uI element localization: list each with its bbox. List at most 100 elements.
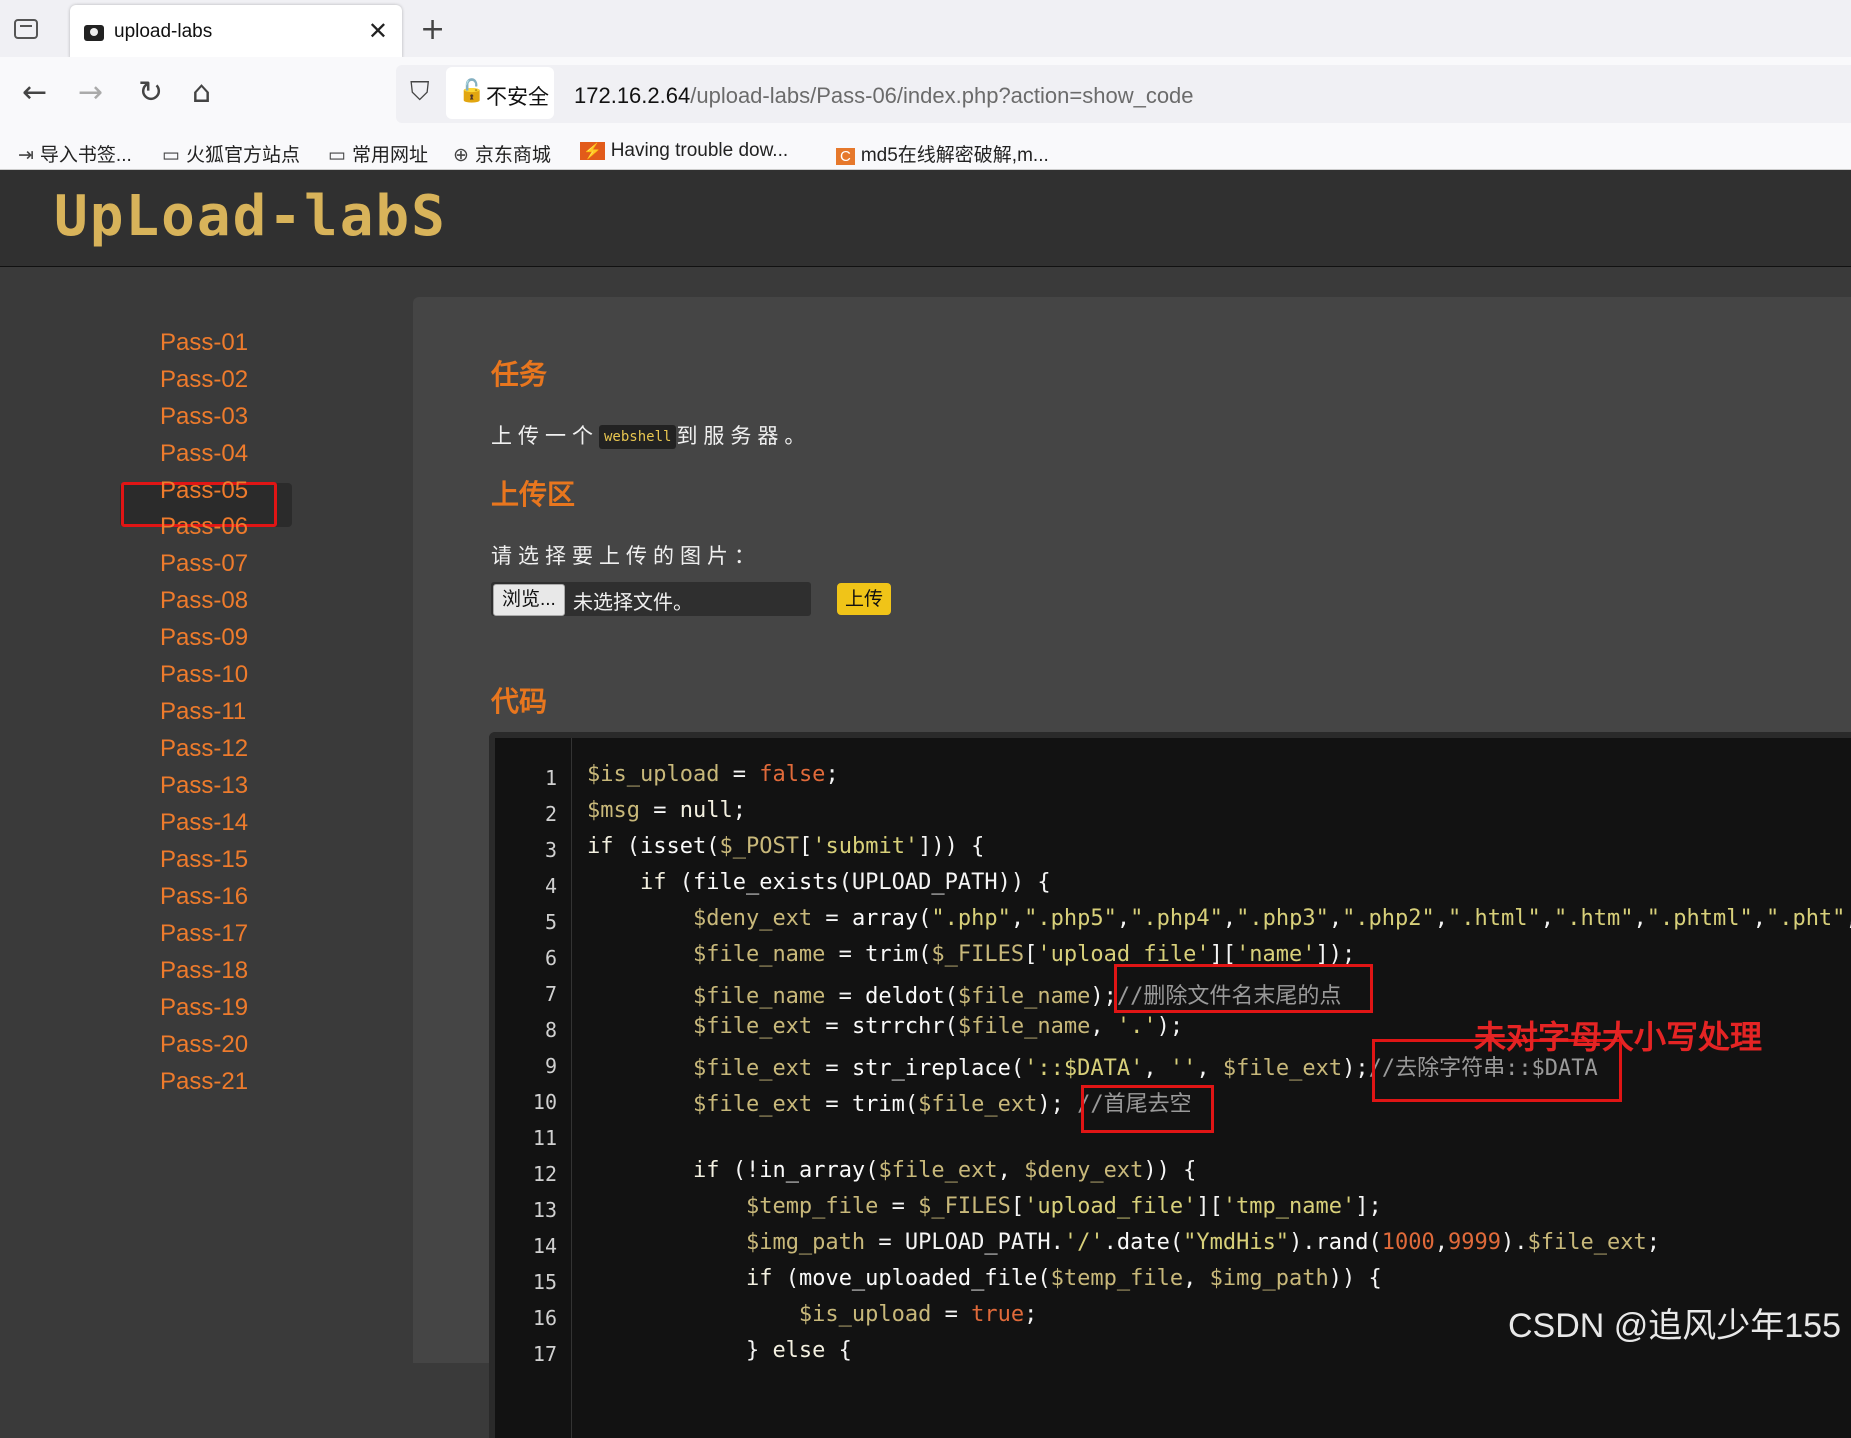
code-line-4: if (file_exists(UPLOAD_PATH)) { bbox=[639, 870, 1051, 895]
task-text-post: 到服务器。 bbox=[676, 424, 812, 448]
line-number: 5 bbox=[544, 910, 557, 934]
csdn-watermark: CSDN @追风少年155 bbox=[1507, 1307, 1841, 1345]
sidebar: Pass-01 Pass-02 Pass-03 Pass-04 Pass-05 … bbox=[0, 267, 412, 1363]
code-heading: 代码 bbox=[491, 685, 548, 718]
bookmark-label: md5在线解密破解,m... bbox=[860, 145, 1049, 166]
line-number: 10 bbox=[532, 1090, 557, 1114]
file-status: 未选择文件。 bbox=[573, 592, 693, 614]
browse-button[interactable]: 浏览... bbox=[493, 584, 565, 616]
bookmark-firefox-sites[interactable]: ▭ 火狐官方站点 bbox=[162, 140, 300, 167]
browser-tab[interactable]: upload-labs ✕ bbox=[70, 5, 402, 59]
line-number: 1 bbox=[544, 766, 557, 790]
task-text-pre: 上传一个 bbox=[491, 424, 599, 448]
md5-site-icon: C bbox=[836, 148, 855, 165]
code-line-17: } else { bbox=[587, 1338, 852, 1363]
bookmarks-bar: ⇥ 导入书签... ▭ 火狐官方站点 ▭ 常用网址 ⊕ 京东商城 ⚡ Having tro… bbox=[0, 136, 1851, 170]
bookmark-jd[interactable]: ⊕ 京东商城 bbox=[453, 140, 551, 167]
task-heading: 任务 bbox=[491, 358, 548, 391]
bookmark-label: 导入书签... bbox=[39, 145, 132, 166]
line-number: 2 bbox=[544, 802, 557, 826]
bookmark-import[interactable]: ⇥ 导入书签... bbox=[18, 140, 132, 167]
sidebar-item-pass-07[interactable]: Pass-07 bbox=[160, 550, 320, 578]
sidebar-item-pass-20[interactable]: Pass-20 bbox=[160, 1031, 320, 1059]
sidebar-item-pass-11[interactable]: Pass-11 bbox=[160, 698, 320, 726]
tab-list-icon[interactable] bbox=[14, 19, 38, 39]
line-number: 16 bbox=[532, 1306, 557, 1330]
new-tab-button[interactable]: + bbox=[420, 12, 445, 47]
code-line-13: $temp_file = $_FILES['upload_file']['tmp… bbox=[745, 1194, 1382, 1219]
sidebar-item-pass-15[interactable]: Pass-15 bbox=[160, 846, 320, 874]
code-line-8: $file_ext = strrchr($file_name, '.'); bbox=[692, 1014, 1184, 1039]
import-icon: ⇥ bbox=[18, 145, 34, 166]
bookmark-label: 火狐官方站点 bbox=[185, 145, 300, 166]
line-number: 6 bbox=[544, 946, 557, 970]
sidebar-item-pass-06[interactable]: Pass-06 bbox=[160, 513, 320, 541]
sidebar-item-pass-21[interactable]: Pass-21 bbox=[160, 1068, 320, 1096]
firefox-icon: ⚡ bbox=[580, 142, 605, 160]
folder-icon: ▭ bbox=[328, 145, 346, 166]
annotation-note: 未对字母大小写处理 bbox=[1474, 1018, 1763, 1056]
code-line-16: $is_upload = true; bbox=[798, 1302, 1038, 1327]
back-icon[interactable]: ← bbox=[22, 73, 47, 113]
sidebar-item-pass-13[interactable]: Pass-13 bbox=[160, 772, 320, 800]
home-icon[interactable]: ⌂ bbox=[192, 73, 211, 113]
bookmark-having-trouble[interactable]: ⚡ Having trouble dow... bbox=[580, 140, 788, 162]
tab-title: upload-labs bbox=[114, 21, 213, 42]
line-number: 17 bbox=[532, 1342, 557, 1366]
upload-button[interactable]: 上传 bbox=[837, 583, 892, 615]
bookmark-label: 常用网址 bbox=[351, 145, 428, 166]
code-line-3: if (isset($_POST['submit'])) { bbox=[587, 834, 985, 859]
sidebar-item-pass-17[interactable]: Pass-17 bbox=[160, 920, 320, 948]
sidebar-item-pass-01[interactable]: Pass-01 bbox=[160, 329, 320, 357]
sidebar-item-pass-10[interactable]: Pass-10 bbox=[160, 661, 320, 689]
sidebar-item-pass-08[interactable]: Pass-08 bbox=[160, 587, 320, 615]
bookmark-common-sites[interactable]: ▭ 常用网址 bbox=[328, 140, 428, 167]
folder-icon: ▭ bbox=[162, 145, 180, 166]
annotation-box-deldot bbox=[1114, 964, 1373, 1013]
sidebar-item-pass-09[interactable]: Pass-09 bbox=[160, 624, 320, 652]
code-line-12: if (!in_array($file_ext, $deny_ext)) { bbox=[692, 1158, 1197, 1183]
file-input[interactable]: 浏览... 未选择文件。 bbox=[491, 582, 811, 616]
sidebar-item-pass-05[interactable]: Pass-05 bbox=[160, 477, 320, 505]
upload-heading: 上传区 bbox=[491, 478, 576, 511]
line-number: 11 bbox=[532, 1126, 557, 1150]
main-panel: 任务 上传一个 webshell 到服务器。 上传区 请选择要上传的图片： 浏览..… bbox=[413, 297, 1851, 1438]
url-path: /upload-labs/Pass-06/index.php?action=sh… bbox=[690, 83, 1194, 108]
insecure-lock-icon: 🔓 bbox=[458, 79, 486, 104]
shield-icon[interactable]: ⛉ bbox=[410, 77, 430, 108]
line-number: 8 bbox=[544, 1018, 557, 1042]
url-text[interactable]: 172.16.2.64/upload-labs/Pass-06/index.ph… bbox=[574, 83, 1194, 109]
sidebar-item-pass-12[interactable]: Pass-12 bbox=[160, 735, 320, 763]
sidebar-item-pass-04[interactable]: Pass-04 bbox=[160, 440, 320, 468]
line-number: 3 bbox=[544, 838, 557, 862]
sidebar-item-pass-19[interactable]: Pass-19 bbox=[160, 994, 320, 1022]
line-number: 12 bbox=[532, 1162, 557, 1186]
sidebar-item-pass-14[interactable]: Pass-14 bbox=[160, 809, 320, 837]
bookmark-label: 京东商城 bbox=[474, 145, 551, 166]
code-line-5: $deny_ext = array(".php",".php5",".php4"… bbox=[692, 906, 1851, 931]
url-host: 172.16.2.64 bbox=[574, 83, 691, 108]
globe-icon: ⊕ bbox=[453, 145, 469, 166]
insecure-label: 不安全 bbox=[486, 86, 549, 109]
sidebar-item-pass-18[interactable]: Pass-18 bbox=[160, 957, 320, 985]
forward-icon[interactable]: → bbox=[78, 73, 103, 113]
site-header: UpLoad-labS bbox=[0, 170, 1851, 267]
code-line-15: if (move_uploaded_file($temp_file, $img_… bbox=[745, 1266, 1382, 1291]
bookmark-label: Having trouble dow... bbox=[610, 140, 789, 161]
code-line-1: $is_upload = false; bbox=[587, 762, 839, 787]
sidebar-item-pass-03[interactable]: Pass-03 bbox=[160, 403, 320, 431]
code-line-14: $img_path = UPLOAD_PATH.'/'.date("YmdHis… bbox=[745, 1230, 1660, 1255]
line-number: 9 bbox=[544, 1054, 557, 1078]
connection-insecure-badge[interactable]: 🔓 不安全 bbox=[446, 67, 554, 119]
site-logo[interactable]: UpLoad-labS bbox=[54, 184, 447, 249]
close-tab-icon[interactable]: ✕ bbox=[368, 17, 388, 45]
sidebar-item-pass-16[interactable]: Pass-16 bbox=[160, 883, 320, 911]
sidebar-item-pass-02[interactable]: Pass-02 bbox=[160, 366, 320, 394]
line-number-gutter: 1 2 3 4 5 6 7 8 9 10 11 12 13 14 15 16 1… bbox=[495, 738, 572, 1438]
line-number: 15 bbox=[532, 1270, 557, 1294]
reload-icon[interactable]: ↻ bbox=[138, 73, 163, 113]
line-number: 14 bbox=[532, 1234, 557, 1258]
bookmark-md5[interactable]: Cmd5在线解密破解,m... bbox=[836, 140, 1049, 167]
upload-prompt: 请选择要上传的图片： bbox=[491, 544, 761, 568]
